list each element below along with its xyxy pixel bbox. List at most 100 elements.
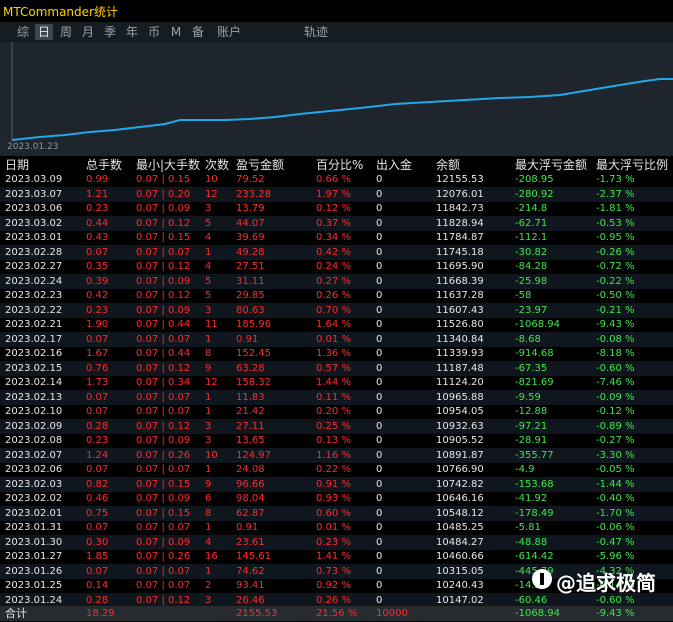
footer-pct: 21.56 % [316, 608, 358, 619]
row-count: 4 [205, 261, 212, 272]
table-row[interactable]: 2023.03.01 0.43 0.07 | 0.15 4 39.69 0.34 % 0 11… [0, 230, 673, 245]
table-row[interactable]: 2023.02.02 0.46 0.07 | 0.09 6 98.04 0.93 % 0 10… [0, 491, 673, 506]
row-max-drawdown-pct: -3.30 % [596, 449, 635, 461]
table-row[interactable]: 2023.02.06 0.07 0.07 | 0.07 1 24.08 0.22 % 0 10… [0, 462, 673, 477]
tab-year[interactable]: 年 [123, 24, 141, 40]
row-max-drawdown-pct: -0.89 % [596, 420, 635, 432]
row-count: 4 [205, 536, 212, 548]
row-balance: 11637.28 [436, 290, 484, 301]
row-pct: 0.01 % [316, 333, 351, 345]
table-row[interactable]: 2023.03.09 0.99 0.07 | 0.15 10 79.52 0.66 % 0 1… [0, 172, 673, 187]
row-deposit: 0 [376, 246, 383, 258]
table-row[interactable]: 2023.02.15 0.76 0.07 | 0.12 9 63.28 0.57 % 0 11… [0, 360, 673, 376]
table-row[interactable]: 2023.02.07 1.24 0.07 | 0.26 10 124.97 1.16 % 0… [0, 447, 673, 463]
row-count: 9 [205, 478, 212, 490]
row-max-drawdown-pct: -0.27 % [596, 435, 635, 446]
row-max-drawdown-pct: -0.50 % [596, 290, 635, 301]
row-deposit: 0 [376, 203, 383, 214]
row-pct: 1.97 % [316, 188, 351, 200]
row-date: 2023.02.23 [5, 290, 63, 301]
table-row[interactable]: 2023.02.14 1.73 0.07 | 0.34 12 158.32 1.44 % 0… [0, 375, 673, 390]
row-max-drawdown: -112.1 [515, 232, 548, 243]
row-total-lots: 0.75 [86, 507, 109, 519]
table-row[interactable]: 2023.03.02 0.44 0.07 | 0.12 5 44.07 0.37 % 0 11… [0, 215, 673, 231]
table-row[interactable]: 2023.02.16 1.67 0.07 | 0.44 8 152.45 1.36 % 0 1… [0, 346, 673, 361]
row-max-drawdown: -355.77 [515, 449, 554, 461]
row-deposit: 0 [376, 188, 383, 200]
row-min-max-lots: 0.07 | 0.07 [136, 522, 191, 533]
row-deposit: 0 [376, 217, 383, 229]
tab-notes[interactable]: 备 [189, 24, 207, 40]
row-min-max-lots: 0.07 | 0.12 [136, 290, 191, 301]
row-date: 2023.01.26 [5, 565, 63, 577]
tab-currency[interactable]: 币 [145, 24, 163, 40]
row-min-max-lots: 0.07 | 0.15 [136, 478, 191, 490]
window-title: MTCommander统计 [3, 5, 118, 19]
tab-week[interactable]: 周 [57, 24, 75, 40]
table-row[interactable]: 2023.01.31 0.07 0.07 | 0.07 1 0.91 0.01 % 0 104… [0, 520, 673, 535]
row-count: 12 [205, 188, 218, 200]
table-row[interactable]: 2023.02.23 0.42 0.07 | 0.12 5 29.85 0.26 % 0 11… [0, 288, 673, 303]
row-balance: 10315.05 [436, 565, 484, 577]
row-pnl: 62.87 [236, 507, 265, 519]
table-row[interactable]: 2023.02.03 0.82 0.07 | 0.15 9 96.66 0.91 % 0 10… [0, 476, 673, 492]
tab-month[interactable]: 月 [79, 24, 97, 40]
row-count: 12 [205, 377, 218, 388]
table-row[interactable]: 2023.02.01 0.75 0.07 | 0.15 8 62.87 0.60 % 0 10… [0, 505, 673, 521]
row-total-lots: 0.76 [86, 362, 109, 374]
table-row[interactable]: 2023.02.10 0.07 0.07 | 0.07 1 21.42 0.20 % 0 10… [0, 404, 673, 419]
table-row[interactable]: 2023.03.06 0.23 0.07 | 0.09 3 13.79 0.12 % 0 11… [0, 201, 673, 216]
row-count: 5 [205, 275, 212, 287]
table-row[interactable]: 2023.02.08 0.23 0.07 | 0.09 3 13.65 0.13 % 0 10… [0, 433, 673, 448]
row-max-drawdown-pct: -0.95 % [596, 232, 635, 243]
row-max-drawdown-pct: -0.08 % [596, 333, 635, 345]
row-pct: 1.64 % [316, 319, 351, 330]
row-total-lots: 0.30 [86, 536, 109, 548]
table-row[interactable]: 2023.01.27 1.85 0.07 | 0.26 16 145.61 1.41 % 0… [0, 549, 673, 564]
row-max-drawdown-pct: -0.12 % [596, 406, 635, 417]
tab-overview[interactable]: 综 [14, 24, 32, 40]
row-max-drawdown: -153.68 [515, 478, 554, 490]
table-row[interactable]: 2023.02.24 0.39 0.07 | 0.09 5 31.11 0.27 % 0 11… [0, 273, 673, 289]
row-deposit: 0 [376, 377, 383, 388]
tab-day[interactable]: 日 [35, 24, 53, 40]
tab-m[interactable]: M [167, 24, 185, 40]
tab-quarter[interactable]: 季 [101, 24, 119, 40]
row-max-drawdown: -208.95 [515, 174, 554, 185]
row-total-lots: 0.23 [86, 435, 109, 446]
tab-account[interactable]: 账户 [214, 24, 244, 40]
table-row[interactable]: 2023.02.22 0.23 0.07 | 0.09 3 80.63 0.70 % 0 11… [0, 302, 673, 318]
row-count: 6 [205, 493, 212, 504]
row-count: 8 [205, 507, 212, 519]
row-min-max-lots: 0.07 | 0.26 [136, 449, 191, 461]
row-min-max-lots: 0.07 | 0.12 [136, 420, 191, 432]
col-max-drawdown-pct: 最大浮亏比例 [596, 158, 669, 172]
table-row[interactable]: 2023.02.28 0.07 0.07 | 0.07 1 49.28 0.42 % 0 11… [0, 244, 673, 260]
row-count: 1 [205, 406, 212, 417]
row-max-drawdown-pct: -0.26 % [596, 246, 635, 258]
row-min-max-lots: 0.07 | 0.12 [136, 261, 191, 272]
row-pct: 1.41 % [316, 551, 351, 562]
row-min-max-lots: 0.07 | 0.34 [136, 377, 191, 388]
row-max-drawdown-pct: -0.40 % [596, 493, 635, 504]
row-pct: 0.26 % [316, 290, 351, 301]
table-row[interactable]: 2023.02.17 0.07 0.07 | 0.07 1 0.91 0.01 % 0 113… [0, 331, 673, 347]
row-balance: 10766.90 [436, 464, 484, 475]
row-min-max-lots: 0.07 | 0.07 [136, 565, 191, 577]
row-max-drawdown-pct: -8.18 % [596, 348, 635, 359]
row-count: 16 [205, 551, 218, 562]
tab-track[interactable]: 轨迹 [300, 24, 332, 40]
table-row[interactable]: 2023.03.07 1.21 0.07 | 0.20 12 233.28 1.97 % 0… [0, 186, 673, 202]
row-max-drawdown-pct: -1.70 % [596, 507, 635, 519]
row-count: 1 [205, 565, 212, 577]
row-balance: 10932.63 [436, 420, 484, 432]
table-row[interactable]: 2023.02.13 0.07 0.07 | 0.07 1 11.83 0.11 % 0 10… [0, 389, 673, 405]
table-row[interactable]: 2023.01.30 0.30 0.07 | 0.09 4 23.61 0.23 % 0 10… [0, 534, 673, 550]
table-row[interactable]: 2023.02.21 1.90 0.07 | 0.44 11 185.96 1.64 % 0… [0, 317, 673, 332]
footer-pnl: 2155.53 [236, 608, 278, 619]
balance-chart-svg [11, 42, 673, 142]
table-row[interactable]: 2023.02.09 0.28 0.07 | 0.12 3 27.11 0.25 % 0 10… [0, 418, 673, 434]
row-min-max-lots: 0.07 | 0.12 [136, 217, 191, 229]
row-pct: 0.70 % [316, 304, 351, 316]
table-row[interactable]: 2023.02.27 0.35 0.07 | 0.12 4 27.51 0.24 % 0 11… [0, 259, 673, 274]
